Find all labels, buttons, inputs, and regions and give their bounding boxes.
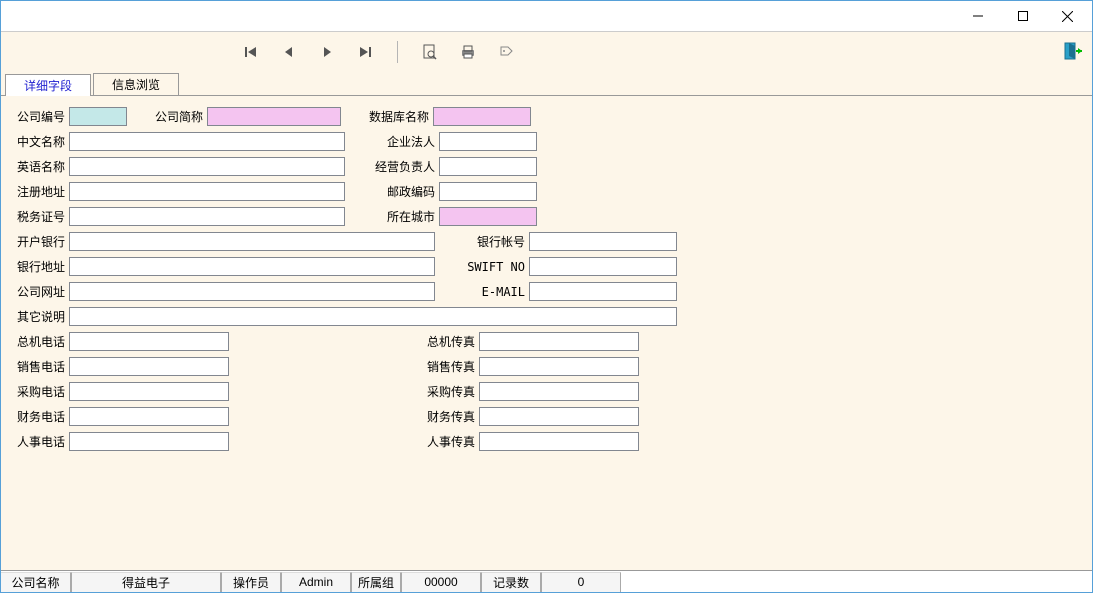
status-group-value: 00000 [401, 572, 481, 592]
label-postcode: 邮政编码 [369, 183, 439, 200]
input-sales-tel[interactable] [69, 357, 229, 376]
input-hr-tel[interactable] [69, 432, 229, 451]
first-record-icon[interactable] [241, 42, 261, 62]
next-record-icon[interactable] [317, 42, 337, 62]
label-purchase-fax: 采购传真 [409, 383, 479, 400]
prev-record-icon[interactable] [279, 42, 299, 62]
status-operator-value: Admin [281, 572, 351, 592]
input-company-short[interactable] [207, 107, 341, 126]
status-records-label: 记录数 [481, 572, 541, 592]
label-email: E-MAIL [459, 285, 529, 299]
status-company-value: 得益电子 [71, 572, 221, 592]
input-reg-addr[interactable] [69, 182, 345, 201]
input-swift[interactable] [529, 257, 677, 276]
input-tax-no[interactable] [69, 207, 345, 226]
input-email[interactable] [529, 282, 677, 301]
label-reg-addr: 注册地址 [11, 183, 69, 200]
input-postcode[interactable] [439, 182, 537, 201]
label-en-name: 英语名称 [11, 158, 69, 175]
status-group-label: 所属组 [351, 572, 401, 592]
tab-bar: 详细字段 信息浏览 [1, 71, 1092, 95]
input-company-no[interactable] [69, 107, 127, 126]
preview-icon[interactable] [420, 42, 440, 62]
input-manager[interactable] [439, 157, 537, 176]
maximize-button[interactable] [1000, 2, 1045, 30]
label-city: 所在城市 [369, 208, 439, 225]
label-main-fax: 总机传真 [409, 333, 479, 350]
print-icon[interactable] [458, 42, 478, 62]
label-main-tel: 总机电话 [11, 333, 69, 350]
input-bank[interactable] [69, 232, 435, 251]
input-hr-fax[interactable] [479, 432, 639, 451]
status-bar: 公司名称 得益电子 操作员 Admin 所属组 00000 记录数 0 [1, 570, 1092, 592]
input-city[interactable] [439, 207, 537, 226]
minimize-button[interactable] [955, 2, 1000, 30]
toolbar-separator [397, 41, 398, 63]
input-website[interactable] [69, 282, 435, 301]
tab-detail[interactable]: 详细字段 [5, 74, 91, 96]
tag-icon[interactable] [496, 42, 516, 62]
input-bank-acct[interactable] [529, 232, 677, 251]
input-purchase-fax[interactable] [479, 382, 639, 401]
label-remark: 其它说明 [11, 308, 69, 325]
label-finance-tel: 财务电话 [11, 408, 69, 425]
input-legal-person[interactable] [439, 132, 537, 151]
label-manager: 经营负责人 [369, 158, 439, 175]
label-website: 公司网址 [11, 283, 69, 300]
status-records-value: 0 [541, 572, 621, 592]
window-titlebar [1, 1, 1092, 31]
label-hr-fax: 人事传真 [409, 433, 479, 450]
input-db-name[interactable] [433, 107, 531, 126]
toolbar [1, 31, 1092, 71]
label-bank-addr: 银行地址 [11, 258, 69, 275]
label-finance-fax: 财务传真 [409, 408, 479, 425]
input-remark[interactable] [69, 307, 677, 326]
label-swift: SWIFT NO [459, 260, 529, 274]
tab-browse[interactable]: 信息浏览 [93, 73, 179, 95]
exit-icon[interactable] [1062, 40, 1084, 62]
label-db-name: 数据库名称 [365, 108, 433, 125]
label-company-no: 公司编号 [11, 108, 69, 125]
label-sales-fax: 销售传真 [409, 358, 479, 375]
status-company-label: 公司名称 [1, 572, 71, 592]
input-sales-fax[interactable] [479, 357, 639, 376]
last-record-icon[interactable] [355, 42, 375, 62]
input-finance-tel[interactable] [69, 407, 229, 426]
input-finance-fax[interactable] [479, 407, 639, 426]
label-bank: 开户银行 [11, 233, 69, 250]
label-tax-no: 税务证号 [11, 208, 69, 225]
label-hr-tel: 人事电话 [11, 433, 69, 450]
input-bank-addr[interactable] [69, 257, 435, 276]
input-purchase-tel[interactable] [69, 382, 229, 401]
label-sales-tel: 销售电话 [11, 358, 69, 375]
label-company-short: 公司简称 [151, 108, 207, 125]
input-main-tel[interactable] [69, 332, 229, 351]
label-legal-person: 企业法人 [369, 133, 439, 150]
label-purchase-tel: 采购电话 [11, 383, 69, 400]
label-cn-name: 中文名称 [11, 133, 69, 150]
label-bank-acct: 银行帐号 [459, 233, 529, 250]
input-cn-name[interactable] [69, 132, 345, 151]
form-panel: 公司编号 公司简称 数据库名称 中文名称 企业法人 英语名称 经营负责人 注册地… [1, 95, 1092, 570]
close-button[interactable] [1045, 2, 1090, 30]
input-main-fax[interactable] [479, 332, 639, 351]
input-en-name[interactable] [69, 157, 345, 176]
status-operator-label: 操作员 [221, 572, 281, 592]
